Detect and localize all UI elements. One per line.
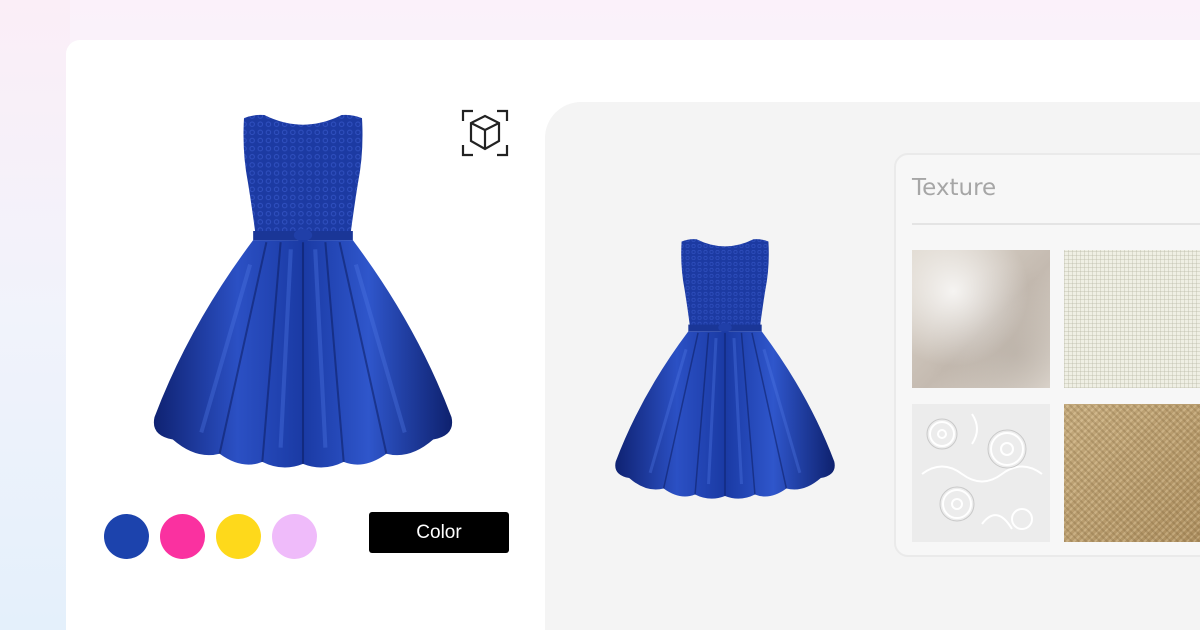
swatch-yellow[interactable] <box>216 514 261 559</box>
texture-tile-lace[interactable] <box>912 404 1050 542</box>
page-background <box>0 0 70 630</box>
dress-main-image <box>153 114 453 468</box>
dress-preview-image <box>615 239 835 499</box>
color-swatches <box>104 514 317 559</box>
texture-divider <box>912 223 1200 225</box>
swatch-pink[interactable] <box>160 514 205 559</box>
swatch-blue[interactable] <box>104 514 149 559</box>
swatch-lavender[interactable] <box>272 514 317 559</box>
color-button[interactable]: Color <box>369 512 509 553</box>
texture-tile-linen[interactable] <box>1064 250 1200 388</box>
lace-pattern-icon <box>921 413 1043 530</box>
texture-panel: Texture <box>894 153 1200 557</box>
texture-tile-wool[interactable] <box>912 250 1050 388</box>
ar-cube-icon[interactable] <box>460 108 510 158</box>
texture-tile-canvas[interactable] <box>1064 404 1200 542</box>
texture-title: Texture <box>912 175 997 201</box>
